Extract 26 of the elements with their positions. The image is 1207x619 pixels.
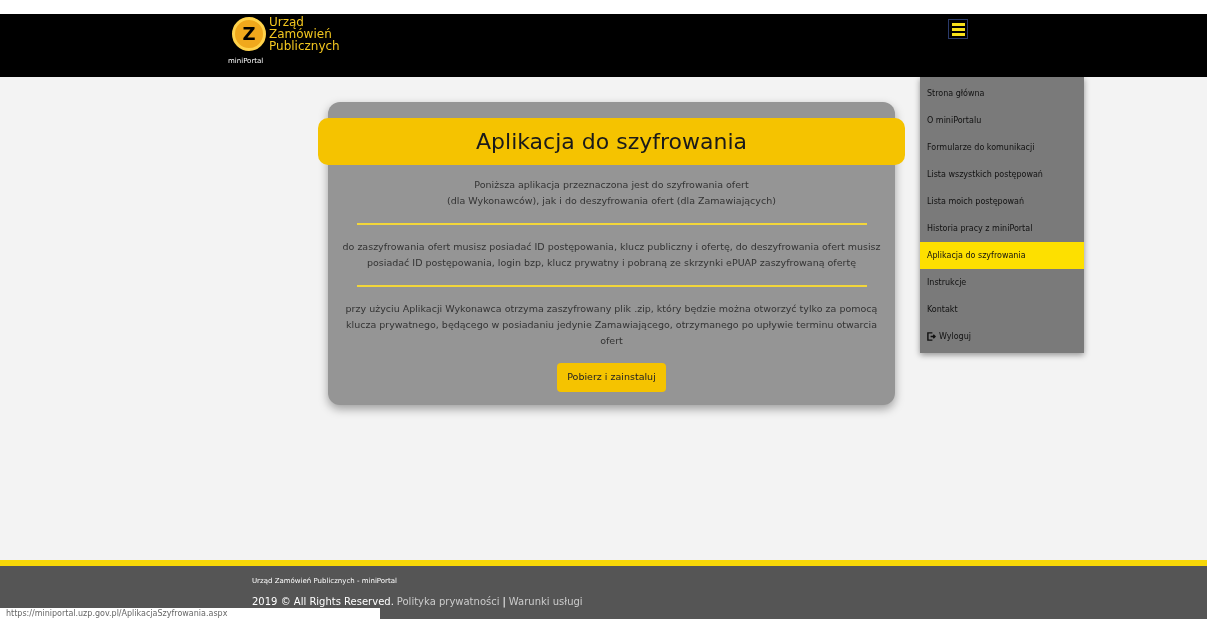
menu-item[interactable]: Historia pracy z miniPortal [920,215,1084,242]
menu-item[interactable]: Instrukcje [920,269,1084,296]
menu-item[interactable]: Lista wszystkich postępowań [920,161,1084,188]
privacy-link[interactable]: Polityka prywatności [396,593,500,609]
logo-icon: Z [232,17,266,51]
menu-item[interactable]: Wyloguj [920,323,1084,350]
logo-text: Publicznych [269,40,340,52]
card-title: Aplikacja do szyfrowania [318,118,905,165]
menu-item[interactable]: Formularze do komunikacji [920,134,1084,161]
info-paragraph: do zaszyfrowania ofert musisz posiadać ID postępowania, klucz publiczny i ofertę, do deszyfrowania ofert musisz posiadać ID postępowania, login bzp, klucz prywatny i pobraną ze skrzynki ePUAP zaszyfrowaną ofertę [341,240,882,270]
menu-item[interactable]: Aplikacja do szyfrowania [920,242,1084,269]
menu-item[interactable]: Lista moich postępowań [920,188,1084,215]
status-url: https://miniportal.uzp.gov.pl/AplikacjaSzyfrowania.aspx [0,608,380,619]
terms-link[interactable]: Warunki usługi [508,593,583,609]
logout-icon [927,332,936,341]
menu-item[interactable]: O miniPortalu [920,107,1084,134]
menu-item[interactable]: Strona główna [920,80,1084,107]
info-paragraph: Poniższa aplikacja przeznaczona jest do szyfrowania ofert (dla Wykonawców), jak i do deszyfrowania ofert (dla Zamawiających) [446,178,777,208]
logo-text: Zamówień [269,28,332,40]
copyright-text: 2019 © All Rights Reserved. [252,594,394,609]
info-paragraph: przy użyciu Aplikacji Wykonawca otrzyma zaszyfrowany plik .zip, który będzie można otworzyć tylko za pomocą klucza prywatnego, będącego w posiadaniu jedynie Zamawiającego, otrzymanego po upływie terminu otwarcia ofert [344,302,879,348]
menu-icon[interactable] [948,19,968,39]
download-button[interactable]: Pobierz i zainstaluj [557,363,666,392]
logo-text: Urząd [269,16,304,28]
menu-item[interactable]: Kontakt [920,296,1084,323]
separator-text: | [502,594,506,609]
